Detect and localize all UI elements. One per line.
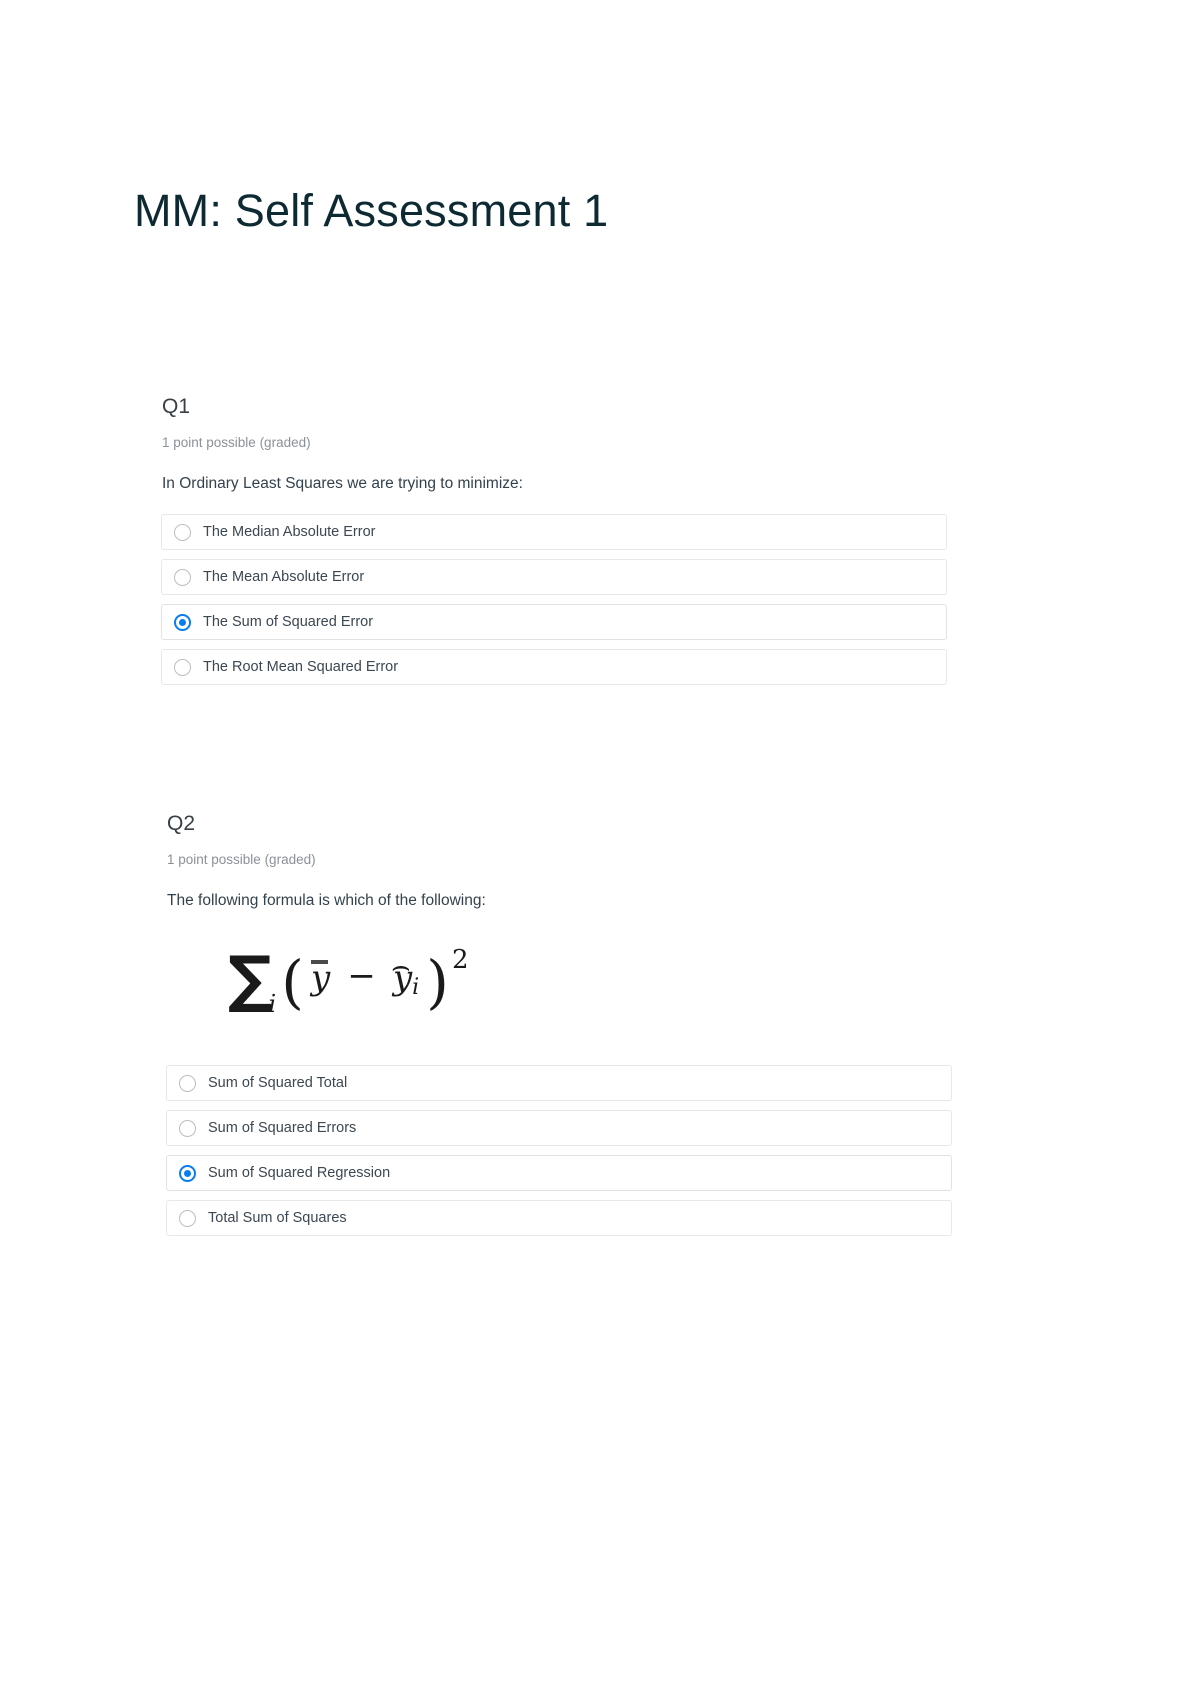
answer-options-q2: Sum of Squared Total Sum of Squared Erro… <box>166 1065 966 1236</box>
radio-button-selected-icon[interactable] <box>174 613 191 631</box>
y-hat-index: i <box>412 975 420 1000</box>
answer-option-label: Sum of Squared Total <box>208 1075 348 1091</box>
answer-option-label: The Median Absolute Error <box>203 524 376 540</box>
page-title: MM: Self Assessment 1 <box>134 185 609 237</box>
y-bar-letter: y <box>311 958 331 998</box>
answer-option[interactable]: The Root Mean Squared Error <box>161 649 947 685</box>
close-paren: ) <box>426 948 449 1016</box>
answer-option-selected[interactable]: The Sum of Squared Error <box>161 604 947 640</box>
radio-button-icon[interactable] <box>174 568 191 586</box>
answer-option-label: Sum of Squared Errors <box>208 1120 357 1136</box>
question-block-q1: Q1 1 point possible (graded) In Ordinary… <box>161 394 961 694</box>
formula-image: ∑i ( y − ⌢ yi ) 2 <box>166 945 966 1037</box>
answer-option[interactable]: The Mean Absolute Error <box>161 559 947 595</box>
minus-operator: − <box>347 956 376 996</box>
summation-index: i <box>268 990 277 1018</box>
answer-option-label: The Root Mean Squared Error <box>203 659 399 675</box>
hat-accent-icon: ⌢ <box>390 949 411 984</box>
answer-option[interactable]: The Median Absolute Error <box>161 514 947 550</box>
question-heading: Q2 <box>167 812 196 835</box>
answer-option-selected[interactable]: Sum of Squared Regression <box>166 1155 952 1191</box>
answer-option[interactable]: Sum of Squared Total <box>166 1065 952 1101</box>
question-prompt: In Ordinary Least Squares we are trying … <box>162 475 523 492</box>
radio-button-icon[interactable] <box>174 658 191 676</box>
answer-option[interactable]: Total Sum of Squares <box>166 1200 952 1236</box>
radio-button-selected-icon[interactable] <box>179 1164 196 1182</box>
open-paren: ( <box>281 948 304 1016</box>
y-bar-term: y <box>311 958 330 998</box>
formula-expression: ∑i ( y − ⌢ yi ) 2 <box>228 945 468 1018</box>
answer-options-q1: The Median Absolute Error The Mean Absol… <box>161 514 961 685</box>
radio-button-icon[interactable] <box>179 1119 196 1137</box>
answer-option-label: Sum of Squared Regression <box>208 1165 391 1181</box>
assessment-page: MM: Self Assessment 1 Q1 1 point possibl… <box>0 0 1200 1698</box>
answer-option-label: The Mean Absolute Error <box>203 569 365 585</box>
answer-option-label: Total Sum of Squares <box>208 1210 347 1226</box>
answer-option[interactable]: Sum of Squared Errors <box>166 1110 952 1146</box>
y-hat-term: ⌢ yi <box>391 949 420 1000</box>
question-points-label: 1 point possible (graded) <box>167 852 316 867</box>
summation-symbol: ∑ <box>228 942 273 1015</box>
question-block-q2: Q2 1 point possible (graded) The followi… <box>166 811 966 1245</box>
exponent: 2 <box>451 945 469 975</box>
question-points-label: 1 point possible (graded) <box>162 435 311 450</box>
radio-button-icon[interactable] <box>179 1074 196 1092</box>
radio-button-icon[interactable] <box>179 1209 196 1227</box>
answer-option-label: The Sum of Squared Error <box>203 614 374 630</box>
overbar-icon <box>311 960 329 964</box>
question-heading: Q1 <box>162 395 191 418</box>
question-prompt: The following formula is which of the fo… <box>167 892 486 909</box>
radio-button-icon[interactable] <box>174 523 191 541</box>
